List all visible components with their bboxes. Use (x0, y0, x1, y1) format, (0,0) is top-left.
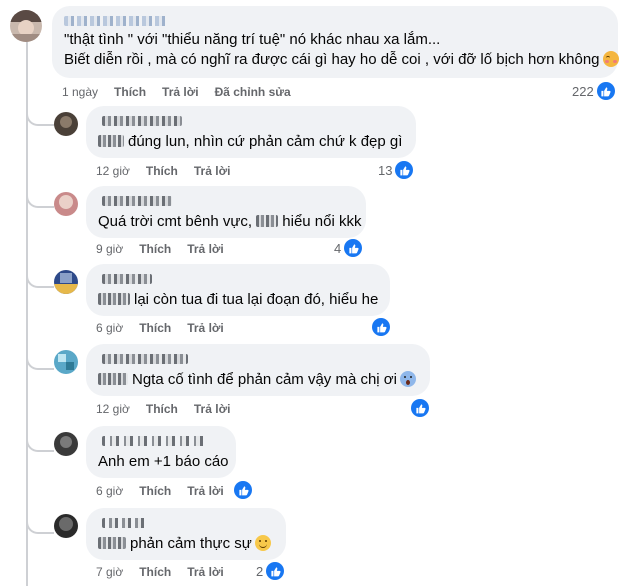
avatar[interactable] (54, 112, 78, 136)
reply-actions: 7 giờ Thích Trả lời (96, 565, 224, 579)
like-icon (234, 481, 252, 499)
comment-text: Biết diễn rồi , mà có nghĩ ra được cái g… (64, 50, 619, 70)
comment-actions: 1 ngày Thích Trả lời Đã chỉnh sửa (62, 85, 291, 99)
reaction-summary[interactable]: 13 (378, 161, 414, 179)
reply-button[interactable]: Trả lời (187, 484, 224, 498)
timestamp[interactable]: 6 giờ (96, 484, 123, 498)
avatar[interactable] (54, 350, 78, 374)
reaction-summary[interactable]: 4 (334, 239, 363, 257)
reply-text: phản cảm thực sự (98, 534, 274, 554)
reply-button[interactable]: Trả lời (187, 242, 224, 256)
reply-text: Quá trời cmt bênh vực, hiểu nổi kkk (98, 212, 361, 232)
reply-actions: 12 giờ Thích Trả lời (96, 402, 230, 416)
smiling-face-icon (254, 535, 271, 551)
reply-button[interactable]: Trả lời (162, 85, 199, 99)
reaction-count: 222 (572, 83, 594, 99)
reply-text-content: lại còn tua đi tua lại đoạn đó, hiểu he (134, 291, 379, 308)
author-name-blurred[interactable] (98, 272, 378, 286)
reaction-summary[interactable] (372, 318, 390, 336)
like-icon (344, 239, 363, 257)
timestamp[interactable]: 9 giờ (96, 242, 123, 256)
reply-connector (26, 348, 54, 370)
like-icon (596, 82, 615, 100)
thread-line (26, 40, 28, 586)
reply-bubble: phản cảm thực sự (86, 508, 286, 560)
smiling-face-with-blush-icon (602, 51, 619, 67)
author-name-blurred[interactable] (98, 516, 274, 530)
reply-button[interactable]: Trả lời (187, 565, 224, 579)
avatar[interactable] (54, 270, 78, 294)
like-button[interactable]: Thích (114, 85, 146, 99)
author-name-blurred[interactable] (98, 194, 354, 208)
face-screaming-icon (399, 371, 416, 387)
comment-bubble: "thật tình " với "thiểu năng trí tuệ" nó… (52, 6, 619, 78)
reply-text-content: phản cảm thực sự (130, 535, 252, 552)
timestamp[interactable]: 12 giờ (96, 164, 130, 178)
timestamp[interactable]: 1 ngày (62, 85, 98, 99)
like-button[interactable]: Thích (146, 402, 178, 416)
reaction-summary[interactable] (234, 481, 252, 499)
timestamp[interactable]: 7 giờ (96, 565, 123, 579)
reply-actions: 12 giờ Thích Trả lời (96, 164, 230, 178)
comment-text-line: Biết diễn rồi , mà có nghĩ ra được cái g… (64, 51, 600, 68)
blurred-mention (256, 215, 279, 227)
avatar[interactable] (54, 432, 78, 456)
reply-bubble: lại còn tua đi tua lại đoạn đó, hiểu he (86, 264, 390, 316)
reply-bubble: đúng lun, nhìn cứ phản cảm chứ k đẹp gì (86, 106, 416, 158)
reaction-count: 13 (378, 162, 393, 178)
reply-text-content: đúng lun, nhìn cứ phản cảm chứ k đẹp gì (128, 133, 403, 150)
reply-bubble: Ngta cố tình để phản cảm vậy mà chị ơi (86, 344, 430, 396)
author-name-blurred[interactable] (64, 14, 606, 28)
reaction-count: 4 (334, 240, 342, 256)
reply-bubble: Anh em +1 báo cáo (86, 426, 236, 478)
reply-text-content: Ngta cố tình để phản cảm vậy mà chị ơi (132, 371, 397, 388)
reaction-summary[interactable] (411, 399, 429, 417)
author-name-blurred[interactable] (98, 352, 418, 366)
timestamp[interactable]: 12 giờ (96, 402, 130, 416)
reply-button[interactable]: Trả lời (187, 321, 224, 335)
like-button[interactable]: Thích (139, 321, 171, 335)
reply-button[interactable]: Trả lời (194, 402, 231, 416)
reply-connector (26, 186, 54, 208)
author-name-blurred[interactable] (98, 114, 404, 128)
like-icon (395, 161, 414, 179)
reaction-count: 2 (256, 563, 264, 579)
reaction-summary[interactable]: 222 (572, 82, 615, 100)
author-name-blurred[interactable] (98, 434, 224, 448)
reaction-summary[interactable]: 2 (256, 562, 285, 580)
like-button[interactable]: Thích (139, 565, 171, 579)
blurred-mention (98, 293, 130, 305)
like-icon (372, 318, 390, 336)
reply-actions: 6 giờ Thích Trả lời (96, 321, 224, 335)
like-button[interactable]: Thích (139, 242, 171, 256)
reply-text: Anh em +1 báo cáo (98, 453, 229, 470)
reply-text: lại còn tua đi tua lại đoạn đó, hiểu he (98, 290, 378, 310)
reply-actions: 9 giờ Thích Trả lời (96, 242, 224, 256)
reply-connector (26, 512, 54, 534)
like-icon (411, 399, 429, 417)
blurred-mention (98, 373, 128, 385)
like-icon (266, 562, 285, 580)
avatar[interactable] (54, 514, 78, 538)
reply-connector (26, 104, 54, 126)
avatar[interactable] (54, 192, 78, 216)
reply-bubble: Quá trời cmt bênh vực, hiểu nổi kkk (86, 186, 366, 238)
like-button[interactable]: Thích (139, 484, 171, 498)
reply-connector (26, 430, 54, 452)
edited-label[interactable]: Đã chỉnh sửa (215, 85, 291, 99)
comment-text: "thật tình " với "thiểu năng trí tuệ" nó… (64, 31, 441, 48)
timestamp[interactable]: 6 giờ (96, 321, 123, 335)
blurred-mention (98, 135, 124, 147)
like-button[interactable]: Thích (146, 164, 178, 178)
reply-button[interactable]: Trả lời (194, 164, 231, 178)
reply-actions: 6 giờ Thích Trả lời (96, 484, 224, 498)
avatar[interactable] (10, 10, 42, 42)
reply-text: Ngta cố tình để phản cảm vậy mà chị ơi (98, 370, 418, 390)
reply-connector (26, 266, 54, 288)
reply-text-content: Quá trời cmt bênh vực, (98, 213, 257, 230)
reply-text-content: hiểu nổi kkk (282, 213, 362, 230)
blurred-mention (98, 537, 126, 549)
reply-text: đúng lun, nhìn cứ phản cảm chứ k đẹp gì (98, 132, 404, 152)
